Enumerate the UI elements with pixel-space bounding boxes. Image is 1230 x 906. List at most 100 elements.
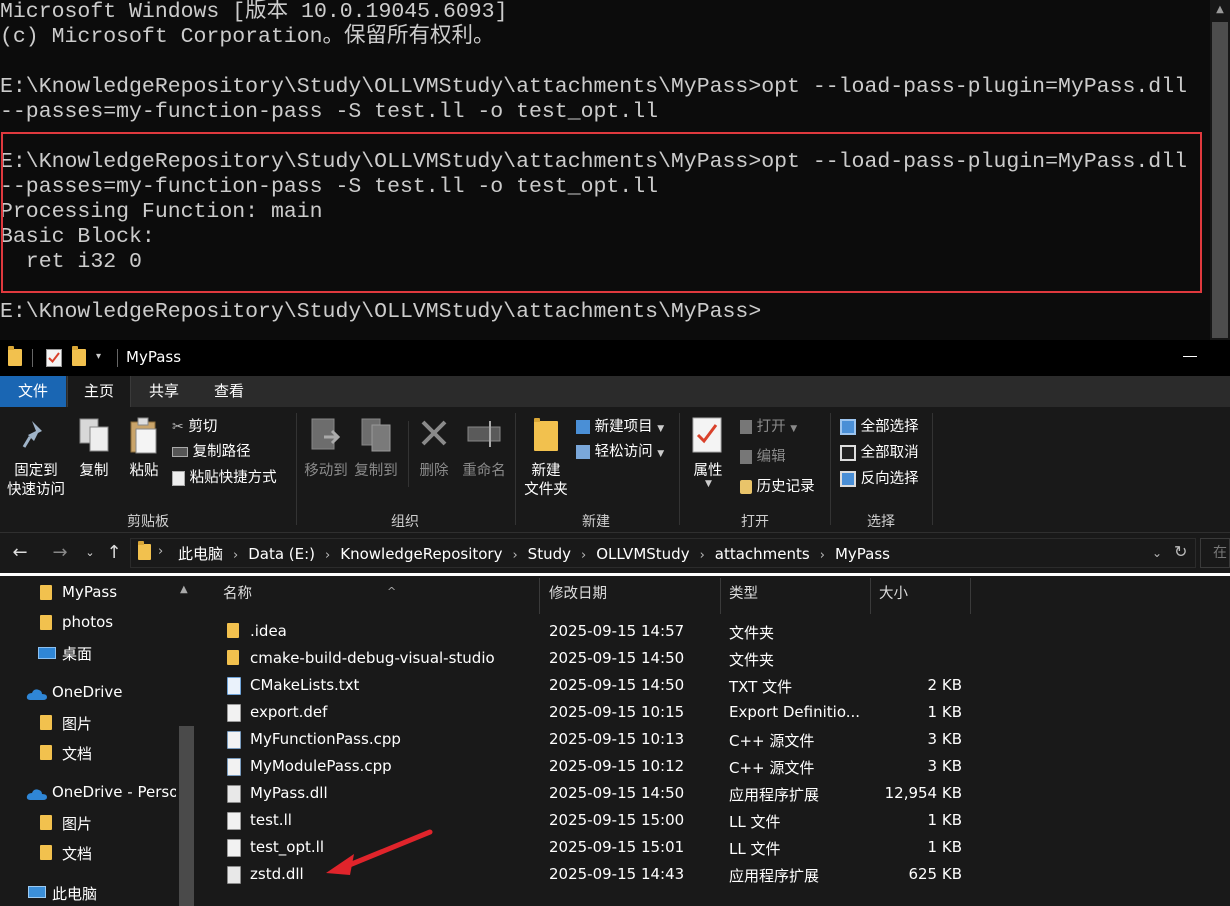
breadcrumb-ollvmstudy[interactable]: OLLVMStudy <box>596 545 689 563</box>
copy-to-icon <box>361 418 391 452</box>
terminal-prompt[interactable]: E:\KnowledgeRepository\Study\OLLVMStudy\… <box>0 300 761 325</box>
file-modified: 2025-09-15 14:57 <box>549 622 685 640</box>
invert-selection-button[interactable]: 反向选择 <box>840 467 919 489</box>
nav-item[interactable]: OneDrive <box>0 678 176 708</box>
table-row[interactable]: cmake-build-debug-visual-studio 2025-09-… <box>200 646 1230 673</box>
table-row[interactable]: .idea 2025-09-15 14:57 文件夹 <box>200 619 1230 646</box>
recent-locations-chevron-icon[interactable]: ⌄ <box>78 546 102 559</box>
column-header-name[interactable]: ^ 名称 <box>215 578 540 614</box>
copy-button[interactable]: 复制 <box>74 415 114 505</box>
cut-button[interactable]: ✂ 剪切 <box>172 415 217 437</box>
select-none-button[interactable]: 全部取消 <box>840 441 919 463</box>
invert-selection-label: 反向选择 <box>860 471 919 487</box>
back-arrow-icon[interactable]: ← <box>8 542 32 563</box>
file-name: zstd.dll <box>250 865 304 883</box>
nav-item-label: 文档 <box>62 745 93 763</box>
terminal-window[interactable]: Microsoft Windows [版本 10.0.19045.6093] (… <box>0 0 1230 340</box>
paste-shortcut-button[interactable]: 粘贴快捷方式 <box>172 466 277 488</box>
table-row[interactable]: MyModulePass.cpp 2025-09-15 10:12 C++ 源文… <box>200 754 1230 781</box>
column-header-label: 名称 <box>223 586 252 602</box>
table-row[interactable]: CMakeLists.txt 2025-09-15 14:50 TXT 文件 2… <box>200 673 1230 700</box>
nav-item[interactable]: 文档 <box>0 838 176 868</box>
paste-icon <box>130 417 157 454</box>
file-size: 625 KB <box>908 865 962 883</box>
table-row[interactable]: MyPass.dll 2025-09-15 14:50 应用程序扩展 12,95… <box>200 781 1230 808</box>
file-name: MyModulePass.cpp <box>250 757 392 775</box>
properties-check-icon <box>692 417 722 453</box>
edit-button[interactable]: 编辑 <box>740 445 786 467</box>
rename-button[interactable]: 重命名 <box>458 415 510 505</box>
table-row[interactable]: export.def 2025-09-15 10:15 Export Defin… <box>200 700 1230 727</box>
search-input[interactable]: 在 <box>1200 538 1230 568</box>
open-button[interactable]: 打开 ▼ <box>740 415 797 437</box>
nav-item[interactable]: 图片 <box>0 808 176 838</box>
nav-item[interactable]: MyPass <box>0 578 176 608</box>
file-explorer-window: ▾ MyPass 文件 主页 共享 查看 固定到 快速访问 复制 粘贴 ✂ 剪切 <box>0 340 1230 906</box>
new-item-button[interactable]: 新建项目 ▼ <box>576 415 664 437</box>
tab-home[interactable]: 主页 <box>67 376 131 407</box>
scroll-up-icon[interactable]: ▲ <box>1214 4 1226 16</box>
breadcrumb-mypass[interactable]: MyPass <box>835 545 890 563</box>
address-dropdown-icon[interactable]: ⌄ <box>1152 546 1162 560</box>
nav-item[interactable]: OneDrive - Perso <box>0 778 176 808</box>
breadcrumb-separator-icon[interactable]: › <box>502 548 527 563</box>
terminal-scroll-thumb[interactable] <box>1212 22 1228 338</box>
nav-item[interactable]: 此电脑 <box>0 878 176 906</box>
tab-share[interactable]: 共享 <box>133 376 195 407</box>
up-arrow-icon[interactable]: ↑ <box>102 542 126 563</box>
select-all-button[interactable]: 全部选择 <box>840 415 919 437</box>
refresh-icon[interactable]: ↻ <box>1174 542 1187 561</box>
nav-item-label: OneDrive <box>52 683 123 701</box>
delete-button[interactable]: 删除 <box>414 415 454 505</box>
file-size: 1 KB <box>927 811 962 829</box>
column-header-type[interactable]: 类型 <box>721 578 871 614</box>
breadcrumb-separator-icon[interactable]: › <box>223 548 248 563</box>
group-label-open: 打开 <box>741 514 769 530</box>
file-name: export.def <box>250 703 328 721</box>
terminal-line: Microsoft Windows [版本 10.0.19045.6093] <box>0 0 508 24</box>
copy-to-button[interactable]: 复制到 <box>352 415 400 505</box>
breadcrumb-separator-icon[interactable]: › <box>315 548 340 563</box>
nav-scrollbar[interactable]: ▲ <box>176 576 196 906</box>
properties-button[interactable]: 属性 ▼ <box>684 415 732 505</box>
move-to-button[interactable]: 移动到 <box>302 415 350 505</box>
column-header-modified[interactable]: 修改日期 <box>541 578 721 614</box>
minimize-icon[interactable] <box>1183 356 1197 357</box>
pin-to-quick-access-button[interactable]: 固定到 快速访问 <box>4 415 68 505</box>
breadcrumb-attachments[interactable]: attachments <box>715 545 810 563</box>
breadcrumb-separator-icon[interactable]: › <box>571 548 596 563</box>
breadcrumb-study[interactable]: Study <box>528 545 571 563</box>
move-to-icon <box>311 418 341 450</box>
breadcrumb-this-pc[interactable]: 此电脑 <box>178 543 223 564</box>
highlight-annotation-box <box>1 132 1202 293</box>
scissors-icon: ✂ <box>172 419 184 435</box>
nav-item[interactable]: 文档 <box>0 738 176 768</box>
column-header-size[interactable]: 大小 <box>871 578 971 614</box>
window-title: MyPass <box>126 348 182 366</box>
forward-arrow-icon[interactable]: → <box>48 542 72 563</box>
copy-path-button[interactable]: 复制路径 <box>172 440 251 462</box>
properties-check-icon[interactable] <box>46 349 62 367</box>
nav-item[interactable]: photos <box>0 608 176 638</box>
history-button[interactable]: 历史记录 <box>740 475 815 497</box>
table-row[interactable]: MyFunctionPass.cpp 2025-09-15 10:13 C++ … <box>200 727 1230 754</box>
tab-file[interactable]: 文件 <box>0 376 66 407</box>
scroll-up-icon[interactable]: ▲ <box>180 584 188 595</box>
annotation-arrow-icon <box>326 829 433 875</box>
ribbon-tab-bar: 文件 主页 共享 查看 <box>0 376 1230 407</box>
nav-item[interactable]: 图片 <box>0 708 176 738</box>
nav-scroll-thumb[interactable] <box>179 726 194 906</box>
nav-item[interactable]: 桌面 <box>0 638 176 668</box>
customize-dropdown-icon[interactable]: ▾ <box>96 351 101 368</box>
new-folder-button[interactable]: 新建 文件夹 <box>520 415 572 505</box>
divider <box>515 413 516 525</box>
breadcrumb-drive[interactable]: Data (E:) <box>248 545 315 563</box>
breadcrumb-knowledge-repository[interactable]: KnowledgeRepository <box>340 545 502 563</box>
copy-to-label: 复制到 <box>354 463 398 479</box>
easy-access-button[interactable]: 轻松访问 ▼ <box>576 440 664 462</box>
paste-button[interactable]: 粘贴 <box>124 415 164 505</box>
breadcrumb-separator-icon[interactable]: › <box>690 548 715 563</box>
breadcrumb-separator-icon[interactable]: › <box>810 548 835 563</box>
tab-view[interactable]: 查看 <box>198 376 260 407</box>
terminal-scrollbar[interactable]: ▲ <box>1210 0 1230 340</box>
